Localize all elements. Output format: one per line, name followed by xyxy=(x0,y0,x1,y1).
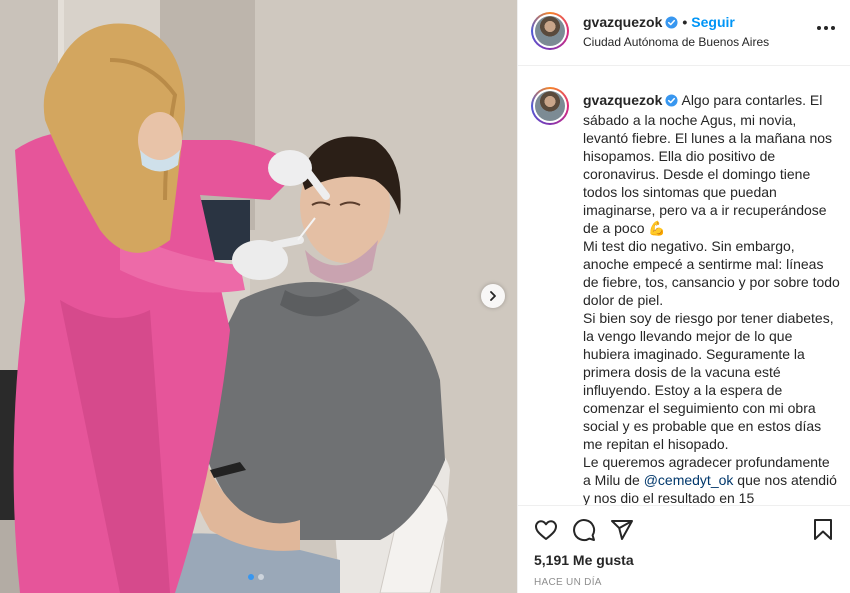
paper-plane-icon xyxy=(611,520,633,540)
carousel-dot xyxy=(258,574,264,580)
likes-count[interactable]: 5,191 Me gusta xyxy=(534,552,634,568)
share-button[interactable] xyxy=(608,516,636,544)
mention-link[interactable]: @cemedyt_ok xyxy=(644,472,734,488)
verified-badge-icon xyxy=(665,16,678,32)
post-actions: 5,191 Me gusta HACE UN DÍA xyxy=(518,505,850,593)
save-button[interactable] xyxy=(809,516,837,544)
follow-button[interactable]: Seguir xyxy=(691,14,735,30)
comment-icon xyxy=(573,519,596,542)
location-link[interactable]: Ciudad Autónoma de Buenos Aires xyxy=(583,35,769,49)
separator-dot: • xyxy=(682,14,688,30)
avatar-image xyxy=(535,91,565,121)
comment-button[interactable] xyxy=(570,516,598,544)
bookmark-icon xyxy=(814,519,832,540)
photo-illustration xyxy=(0,0,517,593)
post-photo[interactable] xyxy=(0,0,517,593)
post-header: gvazquezok • Seguir Ciudad Autónoma de Bue… xyxy=(518,0,850,66)
carousel-indicator xyxy=(248,574,264,580)
avatar-image xyxy=(535,16,565,46)
more-options-icon[interactable] xyxy=(817,26,835,30)
caption-username[interactable]: gvazquezok xyxy=(583,92,662,108)
caption-avatar[interactable] xyxy=(531,87,569,125)
chevron-right-icon xyxy=(490,291,496,301)
like-button[interactable] xyxy=(532,516,560,544)
heart-icon xyxy=(535,520,557,540)
caption-paragraph-1: Algo para contarles. El sábado a la noch… xyxy=(583,92,833,236)
instagram-post: gvazquezok • Seguir Ciudad Autónoma de Bue… xyxy=(0,0,850,593)
caption-paragraph-3: Si bien soy de riesgo por tener diabetes… xyxy=(583,310,834,452)
post-timestamp[interactable]: HACE UN DÍA xyxy=(534,577,602,588)
caption-paragraph-4: Le queremos agradecer profundamente a Mi… xyxy=(583,454,837,505)
next-photo-button[interactable] xyxy=(481,284,505,308)
caption-paragraph-2: Mi test dio negativo. Sin embargo, anoch… xyxy=(583,238,840,308)
caption-scroll-area[interactable]: gvazquezok Algo para contarles. El sábad… xyxy=(518,67,850,505)
verified-badge-icon xyxy=(665,93,678,111)
carousel-dot-active xyxy=(248,574,254,580)
post-caption: gvazquezok Algo para contarles. El sábad… xyxy=(583,91,841,505)
post-side-panel: gvazquezok • Seguir Ciudad Autónoma de Bue… xyxy=(517,0,850,593)
username-link[interactable]: gvazquezok xyxy=(583,14,662,30)
avatar[interactable] xyxy=(531,12,569,50)
